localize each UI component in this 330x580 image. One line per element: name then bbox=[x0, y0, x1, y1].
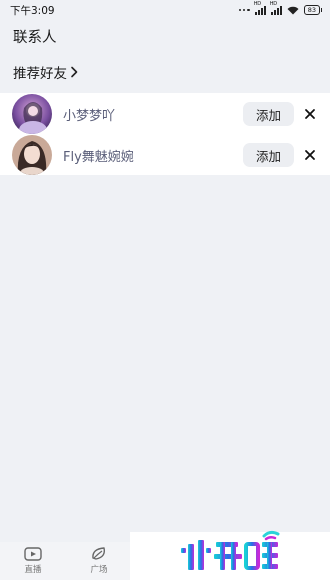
signal-icon-2: HD bbox=[270, 1, 282, 15]
more-dots-icon bbox=[238, 8, 250, 12]
live-video-icon bbox=[24, 547, 42, 561]
wifi-icon bbox=[287, 6, 299, 14]
recommend-friends-label: 推荐好友 bbox=[13, 66, 67, 82]
close-icon[interactable] bbox=[304, 149, 316, 161]
nav-item-square[interactable]: 广场 bbox=[79, 546, 119, 575]
battery-icon: 83 bbox=[303, 5, 323, 15]
bottom-nav: 直播 广场 bbox=[0, 542, 130, 580]
signal-icon-1: HD bbox=[254, 1, 266, 15]
avatar[interactable] bbox=[12, 94, 52, 134]
square-leaf-icon bbox=[92, 547, 106, 560]
nav-item-live[interactable]: 直播 bbox=[13, 546, 53, 575]
list-item: Fly舞魅婉婉 添加 bbox=[0, 135, 330, 175]
status-icons: HD HD 83 bbox=[238, 1, 323, 15]
status-bar: 下午3:09 HD HD 83 bbox=[0, 0, 330, 20]
contact-name: 小梦梦吖 bbox=[63, 109, 116, 124]
page-title: 联系人 bbox=[13, 30, 57, 46]
add-friend-button[interactable]: 添加 bbox=[243, 143, 294, 167]
list-item: 小梦梦吖 添加 bbox=[0, 94, 330, 134]
status-time: 下午3:09 bbox=[10, 4, 55, 17]
contact-name: Fly舞魅婉婉 bbox=[63, 150, 134, 165]
close-icon[interactable] bbox=[304, 108, 316, 120]
recommend-friends-link[interactable]: 推荐好友 bbox=[13, 62, 79, 82]
nav-label-square: 广场 bbox=[90, 565, 108, 575]
add-friend-button[interactable]: 添加 bbox=[243, 102, 294, 126]
chevron-right-icon bbox=[71, 66, 78, 78]
avatar[interactable] bbox=[12, 135, 52, 175]
watermark-logo bbox=[181, 530, 280, 570]
nav-label-live: 直播 bbox=[24, 565, 42, 575]
contact-list: 小梦梦吖 添加 Fly舞魅婉婉 添加 bbox=[0, 93, 330, 175]
